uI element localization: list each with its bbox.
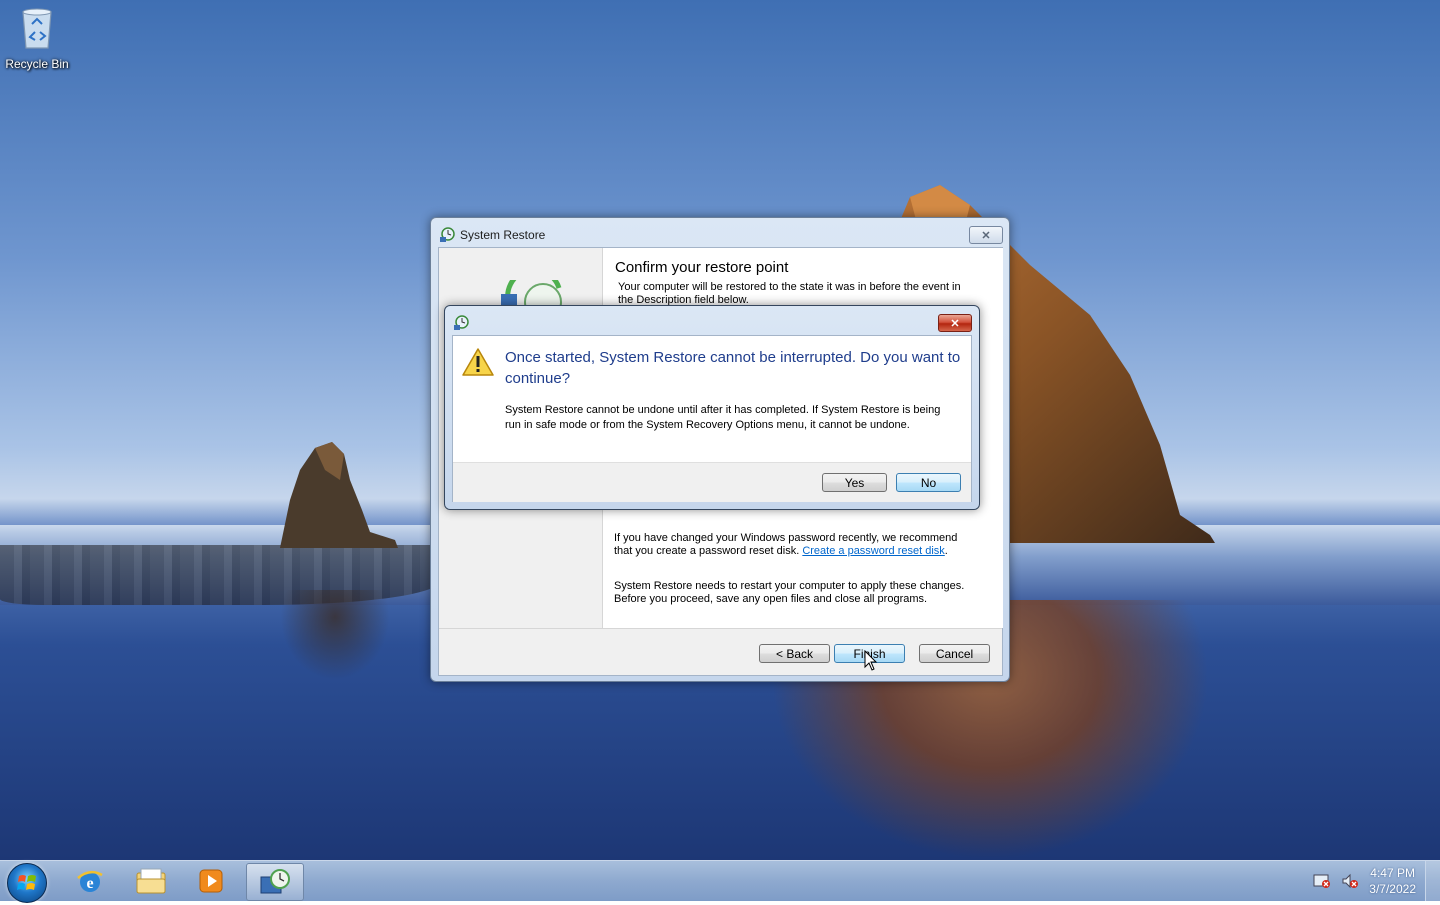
dialog-client-area: Once started, System Restore cannot be i… — [452, 335, 972, 502]
warning-icon — [462, 348, 494, 376]
desktop-icon-label: Recycle Bin — [5, 57, 69, 71]
taskbar: e 4:47 PM 3/7/2022 — [0, 860, 1440, 903]
taskbar-internet-explorer[interactable]: e — [62, 863, 118, 899]
taskbar-windows-media-player[interactable] — [183, 863, 239, 899]
password-notice: If you have changed your Windows passwor… — [614, 532, 958, 557]
start-button[interactable] — [7, 863, 47, 903]
restore-clock-icon — [501, 280, 562, 306]
svg-text:e: e — [86, 875, 93, 892]
no-button[interactable]: No — [896, 473, 961, 492]
folder-icon — [136, 868, 166, 894]
window-title: System Restore — [460, 228, 546, 242]
media-player-icon — [199, 869, 223, 893]
dialog-close-button[interactable]: ✕ — [938, 314, 972, 332]
clock-date: 3/7/2022 — [1369, 882, 1416, 896]
volume-muted-icon[interactable] — [1341, 873, 1359, 889]
windows-logo-icon — [17, 875, 36, 890]
system-tray: 4:47 PM 3/7/2022 — [1313, 861, 1416, 901]
footer-divider — [439, 628, 1002, 629]
taskbar-windows-explorer[interactable] — [123, 863, 179, 899]
taskbar-system-restore[interactable] — [246, 863, 304, 901]
yes-button[interactable]: Yes — [822, 473, 887, 492]
sea-stack-small — [280, 442, 398, 548]
internet-explorer-icon: e — [77, 870, 103, 892]
clock-time: 4:47 PM — [1370, 866, 1415, 880]
page-description: Your computer will be restored to the st… — [618, 281, 961, 306]
close-button[interactable]: ✕ — [969, 226, 1003, 244]
title-bar: System Restore — [439, 226, 545, 244]
close-icon: ✕ — [950, 317, 960, 330]
dialog-title-bar — [453, 314, 469, 332]
close-icon: ✕ — [981, 229, 991, 242]
password-reset-link[interactable]: Create a password reset disk — [802, 545, 944, 557]
confirm-dialog: ✕ Once started, System Restore cannot be… — [444, 305, 980, 510]
mouse-cursor — [864, 650, 878, 671]
recycle-bin-icon — [22, 8, 52, 49]
system-restore-icon — [440, 227, 455, 242]
system-restore-icon — [454, 315, 469, 330]
page-heading: Confirm your restore point — [615, 259, 789, 276]
dialog-content: System Restore cannot be undone until af… — [505, 404, 941, 431]
cancel-button[interactable]: Cancel — [919, 644, 990, 663]
main-instruction: Once started, System Restore cannot be i… — [505, 349, 961, 387]
dialog-button-area: Yes No — [453, 462, 971, 502]
desktop-icon-recycle-bin[interactable]: Recycle Bin — [4, 6, 70, 71]
rock-reflection-small — [280, 590, 390, 680]
show-desktop-button[interactable] — [1425, 861, 1440, 901]
action-center-icon[interactable] — [1313, 873, 1331, 889]
back-button[interactable]: < Back — [759, 644, 830, 663]
taskbar-clock[interactable]: 4:47 PM 3/7/2022 — [1369, 865, 1416, 897]
system-restore-icon — [260, 869, 290, 894]
restart-notice: System Restore needs to restart your com… — [614, 580, 965, 605]
